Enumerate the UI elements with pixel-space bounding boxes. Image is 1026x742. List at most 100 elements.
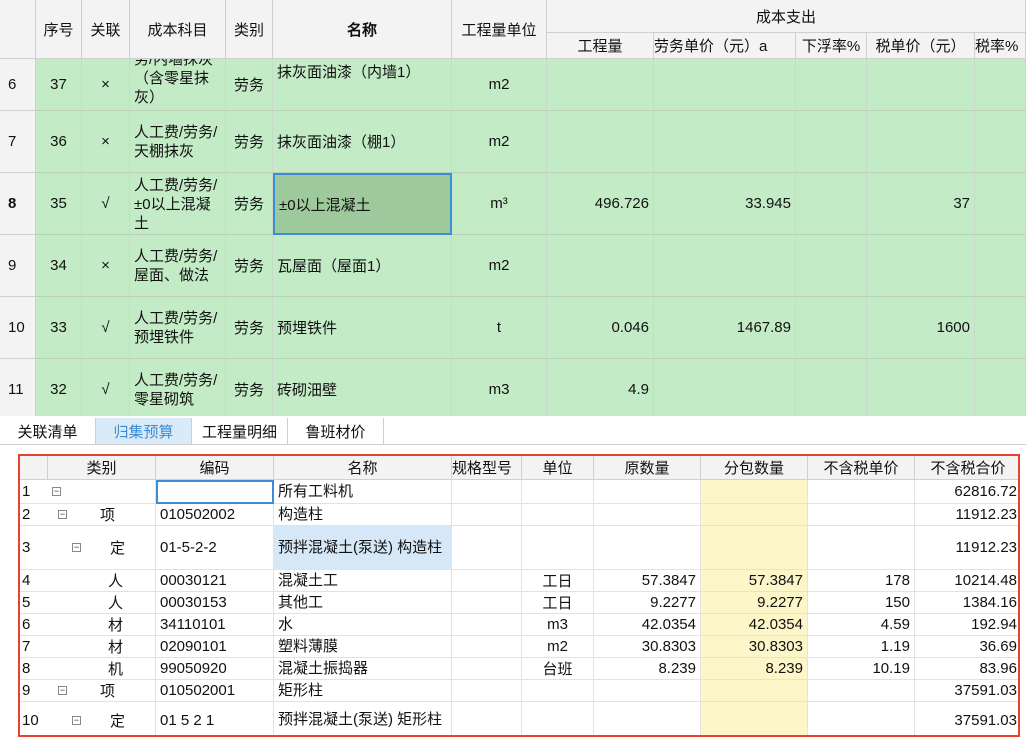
tree-collapse-icon[interactable]: − — [58, 686, 67, 695]
row-number[interactable]: 9 — [20, 680, 48, 702]
row-number[interactable]: 2 — [20, 504, 48, 526]
cell-sub-qty[interactable] — [701, 702, 808, 735]
cell-qty[interactable]: 4.9 — [547, 359, 654, 416]
col-code[interactable]: 编码 — [156, 456, 274, 480]
cell-tax-rate[interactable] — [975, 111, 1026, 173]
cell-labor-price[interactable]: 33.945 — [654, 173, 796, 235]
col-labor-price[interactable]: 劳务单价（元）a — [654, 33, 796, 59]
tab-collected-budget[interactable]: 归集预算 — [96, 418, 192, 444]
cell-bname[interactable]: 构造柱 — [274, 504, 452, 526]
cell-sub-qty[interactable]: 30.8303 — [701, 636, 808, 658]
row-number[interactable]: 4 — [20, 570, 48, 592]
cell-sub-qty[interactable]: 57.3847 — [701, 570, 808, 592]
col-bunit[interactable]: 单位 — [522, 456, 594, 480]
cell-spec[interactable] — [452, 658, 522, 680]
cell-name[interactable]: 预埋铁件 — [273, 297, 452, 359]
row-number[interactable]: 11 — [0, 359, 36, 416]
cell-qty[interactable] — [547, 111, 654, 173]
col-rel[interactable]: 关联 — [82, 0, 130, 59]
cell-qty[interactable]: 496.726 — [547, 173, 654, 235]
cell-code[interactable]: 02090101 — [156, 636, 274, 658]
cell-code[interactable]: 01 5 2 1 — [156, 702, 274, 735]
col-tax-price[interactable]: 税单价（元） — [867, 33, 975, 59]
cell-sub-qty[interactable]: 42.0354 — [701, 614, 808, 636]
cell-bname[interactable]: 其他工 — [274, 592, 452, 614]
cell-tax-price[interactable]: 37 — [867, 173, 975, 235]
col-type[interactable]: 类别 — [48, 456, 156, 480]
col-unit[interactable]: 工程量单位 — [452, 0, 547, 59]
cell-tax-price[interactable] — [867, 111, 975, 173]
row-number[interactable]: 7 — [0, 111, 36, 173]
col-seq[interactable]: 序号 — [36, 0, 82, 59]
cell-tax-rate[interactable] — [975, 297, 1026, 359]
col-unit-price[interactable]: 不含税单价 — [808, 456, 915, 480]
cell-code[interactable]: 00030121 — [156, 570, 274, 592]
cell-sub-qty[interactable]: 9.2277 — [701, 592, 808, 614]
cell-code[interactable] — [156, 480, 274, 504]
cell-tax-price[interactable] — [867, 359, 975, 416]
col-total[interactable]: 不含税合价 — [915, 456, 1018, 480]
cell-bname[interactable]: 塑料薄膜 — [274, 636, 452, 658]
cell-qty[interactable] — [547, 59, 654, 111]
cell-float-rate[interactable] — [796, 297, 867, 359]
cell-tax-price[interactable] — [867, 59, 975, 111]
cell-float-rate[interactable] — [796, 111, 867, 173]
cell-sub-qty[interactable] — [701, 526, 808, 570]
cell-spec[interactable] — [452, 592, 522, 614]
cell-code[interactable]: 99050920 — [156, 658, 274, 680]
tree-collapse-icon[interactable]: − — [72, 543, 81, 552]
cell-spec[interactable] — [452, 680, 522, 702]
row-number[interactable]: 9 — [0, 235, 36, 297]
cell-bname[interactable]: 预拌混凝土(泵送) 构造柱 — [274, 526, 452, 570]
cell-float-rate[interactable] — [796, 59, 867, 111]
row-number[interactable]: 6 — [20, 614, 48, 636]
col-bname[interactable]: 名称 — [274, 456, 452, 480]
cell-code[interactable]: 010502002 — [156, 504, 274, 526]
cell-tax-price[interactable]: 1600 — [867, 297, 975, 359]
cell-qty[interactable]: 0.046 — [547, 297, 654, 359]
cell-bname[interactable]: 混凝土工 — [274, 570, 452, 592]
cell-tax-rate[interactable] — [975, 359, 1026, 416]
cell-sub-qty[interactable]: 8.239 — [701, 658, 808, 680]
cell-sub-qty[interactable] — [701, 504, 808, 526]
col-subject[interactable]: 成本科目 — [130, 0, 226, 59]
tab-linked-list[interactable]: 关联清单 — [0, 418, 96, 444]
cell-rel[interactable]: × — [82, 111, 130, 173]
cell-labor-price[interactable]: 1467.89 — [654, 297, 796, 359]
col-float-rate[interactable]: 下浮率% — [796, 33, 867, 59]
cell-spec[interactable] — [452, 614, 522, 636]
cell-name[interactable]: 瓦屋面（屋面1） — [273, 235, 452, 297]
cell-name[interactable]: 砖砌沺壁 — [273, 359, 452, 416]
col-category[interactable]: 类别 — [226, 0, 273, 59]
row-number[interactable]: 1 — [20, 480, 48, 504]
cell-code[interactable]: 34110101 — [156, 614, 274, 636]
tree-collapse-icon[interactable]: − — [58, 510, 67, 519]
col-qty[interactable]: 工程量 — [547, 33, 654, 59]
cell-labor-price[interactable] — [654, 359, 796, 416]
tab-luban-price[interactable]: 鲁班材价 — [288, 418, 384, 444]
col-sub-qty[interactable]: 分包数量 — [701, 456, 808, 480]
cell-tax-price[interactable] — [867, 235, 975, 297]
cell-spec[interactable] — [452, 636, 522, 658]
row-number[interactable]: 8 — [0, 173, 36, 235]
cell-bname[interactable]: 水 — [274, 614, 452, 636]
cell-rel[interactable]: × — [82, 59, 130, 111]
cell-tax-rate[interactable] — [975, 235, 1026, 297]
cell-labor-price[interactable] — [654, 111, 796, 173]
tree-collapse-icon[interactable]: − — [52, 487, 61, 496]
cell-bname[interactable]: 预拌混凝土(泵送) 矩形柱 — [274, 702, 452, 735]
cell-spec[interactable] — [452, 526, 522, 570]
cell-sub-qty[interactable] — [701, 480, 808, 504]
cell-float-rate[interactable] — [796, 359, 867, 416]
cell-name[interactable]: 抹灰面油漆（棚1） — [273, 111, 452, 173]
col-tax-rate[interactable]: 税率% — [975, 33, 1026, 59]
cell-qty[interactable] — [547, 235, 654, 297]
cell-labor-price[interactable] — [654, 235, 796, 297]
cell-bname[interactable]: 矩形柱 — [274, 680, 452, 702]
col-orig-qty[interactable]: 原数量 — [594, 456, 701, 480]
cell-sub-qty[interactable] — [701, 680, 808, 702]
cell-spec[interactable] — [452, 702, 522, 735]
cell-name[interactable]: 抹灰面油漆（内墙1） — [273, 59, 452, 111]
cell-rel[interactable]: × — [82, 235, 130, 297]
col-spec[interactable]: 规格型号 — [452, 456, 522, 480]
